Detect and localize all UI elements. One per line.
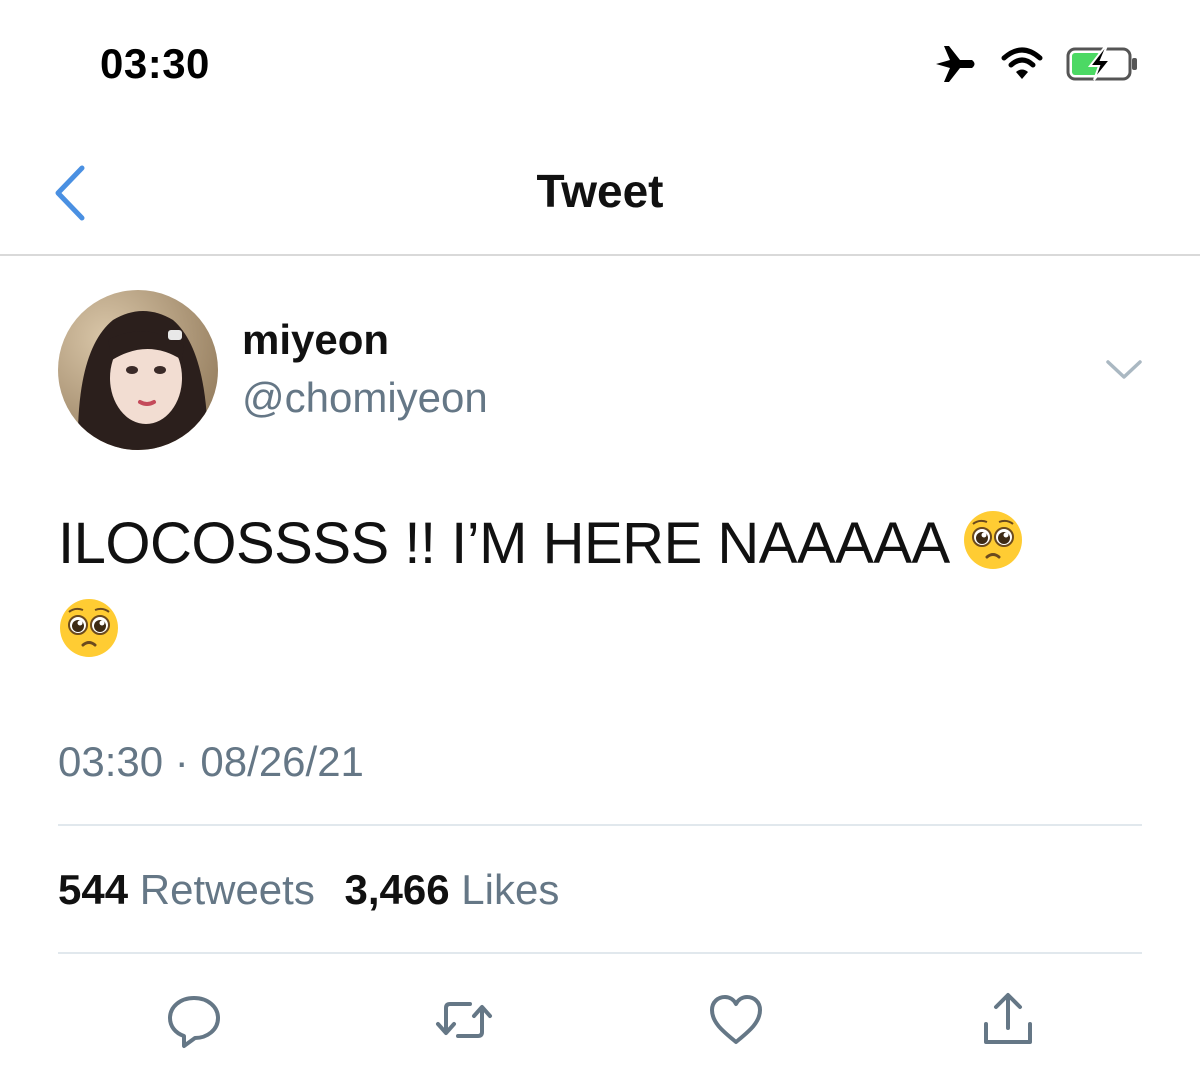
page-title: Tweet: [536, 165, 664, 217]
tweet-text: ILOCOSSSS !! I’M HERE NAAAAA: [58, 500, 1158, 676]
wifi-icon: [1000, 46, 1044, 87]
chevron-down-icon: [1106, 360, 1142, 379]
retweet-icon: [436, 1002, 492, 1038]
reply-icon: [168, 996, 220, 1048]
divider: [58, 824, 1142, 826]
divider: [58, 952, 1142, 954]
share-button[interactable]: [976, 988, 1040, 1052]
likes-count: 3,466: [344, 866, 450, 913]
tweet-options-button[interactable]: [1102, 352, 1146, 386]
battery-charging-icon: [1066, 46, 1140, 87]
like-button[interactable]: [704, 988, 768, 1052]
user-handle[interactable]: @chomiyeon: [242, 374, 488, 422]
tweet-action-bar: [0, 980, 1200, 1060]
tweet-text-content: ILOCOSSSS !! I’M HERE NAAAAA: [58, 511, 947, 576]
pleading-face-emoji: [962, 508, 1024, 570]
airplane-icon: [934, 44, 978, 89]
share-icon: [984, 993, 1032, 1044]
status-bar: 03:30: [0, 0, 1200, 130]
display-name[interactable]: miyeon: [242, 316, 389, 364]
heart-icon: [710, 995, 762, 1044]
likes-stat[interactable]: 3,466 Likes: [345, 866, 578, 913]
reply-button[interactable]: [162, 988, 226, 1052]
pleading-face-emoji: [58, 596, 120, 658]
status-icons: [912, 44, 1140, 88]
nav-bar: Tweet: [0, 130, 1200, 256]
likes-label: Likes: [461, 866, 560, 913]
retweets-stat[interactable]: 544 Retweets: [58, 866, 345, 913]
status-time: 03:30: [100, 40, 210, 87]
retweets-count: 544: [58, 866, 129, 913]
avatar[interactable]: [58, 290, 218, 450]
tweet-timestamp: 03:30 · 08/26/21: [58, 738, 364, 785]
tweet-detail-screen: 03:30 Tweet miyeon @chomiyeon ILOCOSSSS …: [0, 0, 1200, 1076]
retweet-button[interactable]: [432, 988, 496, 1052]
retweets-label: Retweets: [139, 866, 315, 913]
tweet-stats: 544 Retweets 3,466 Likes: [58, 866, 577, 914]
